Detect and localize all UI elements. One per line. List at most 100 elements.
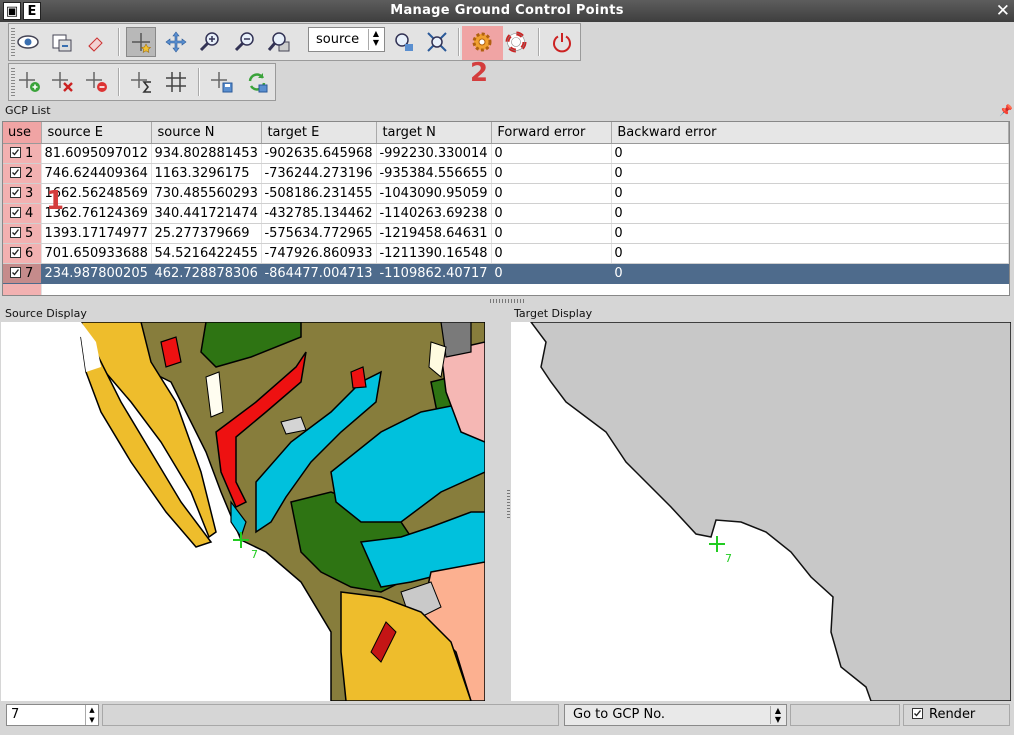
cell-forward-error[interactable]: 0 [491,203,613,224]
cell-forward-error[interactable]: 0 [491,263,613,284]
zoom-last-button[interactable] [389,27,419,57]
use-checkbox[interactable] [10,247,21,258]
cell-forward-error[interactable]: 0 [491,163,613,184]
cell-target-e[interactable]: -864477.004713 [261,263,378,284]
georeference-button[interactable] [127,67,157,97]
column-header-backward-error[interactable]: Backward error [611,122,1009,144]
cell-forward-error[interactable]: 0 [491,243,613,264]
zoom-to-layer-button[interactable] [264,27,294,57]
render-checkbox[interactable]: Render [903,704,1010,726]
cell-source-n[interactable]: 730.485560293 [151,183,263,204]
cell-source-n[interactable]: 462.728878306 [151,263,263,284]
cell-forward-error[interactable]: 0 [491,143,613,164]
target-gcp-marker[interactable] [707,534,727,558]
column-header-forward-error[interactable]: Forward error [491,122,613,144]
vertical-splitter-handle[interactable] [507,490,510,520]
cell-source-e[interactable]: 81.6095097012 [41,143,153,164]
zoom-out-button[interactable] [230,27,260,57]
use-checkbox[interactable] [10,267,21,278]
zoom-in-button[interactable] [195,27,225,57]
cell-target-n[interactable]: -1140263.69238 [376,203,493,224]
column-header-use[interactable]: use [3,122,43,144]
cell-target-n[interactable]: -1043090.95059 [376,183,493,204]
pan-button[interactable] [161,27,191,57]
use-checkbox[interactable] [10,187,21,198]
column-header-source-n[interactable]: source N [151,122,263,144]
source-gcp-marker[interactable] [231,530,251,554]
full-extent-button[interactable] [422,27,452,57]
cell-source-e[interactable]: 746.624409364 [41,163,153,184]
cell-target-n[interactable]: -1211390.16548 [376,243,493,264]
cell-target-e[interactable]: -902635.645968 [261,143,378,164]
cell-source-e[interactable]: 234.987800205 [41,263,153,284]
cell-target-e[interactable]: -508186.231455 [261,183,378,204]
use-checkbox[interactable] [10,207,21,218]
cell-target-n[interactable]: -935384.556655 [376,163,493,184]
quit-button[interactable] [547,27,577,57]
cell-backward-error[interactable]: 0 [611,163,1009,184]
cell-backward-error[interactable]: 0 [611,183,1009,204]
spin-arrows-icon[interactable]: ▲ ▼ [85,705,98,725]
use-checkbox[interactable] [10,147,21,158]
cell-backward-error[interactable]: 0 [611,263,1009,284]
cell-source-n[interactable]: 1163.3296175 [151,163,263,184]
cell-backward-error[interactable]: 0 [611,243,1009,264]
gcp-number-spinbox[interactable]: 7 ▲ ▼ [6,704,99,726]
delete-gcp-button[interactable] [48,67,78,97]
use-cell[interactable]: 7 [3,263,43,284]
cell-backward-error[interactable]: 0 [611,143,1009,164]
use-cell[interactable]: 4 [3,203,43,224]
remove-gcp-button[interactable] [82,67,112,97]
table-row[interactable]: 5 1393.17174977 25.277379669 -575634.772965… [3,223,1009,244]
cell-target-e[interactable]: -432785.134462 [261,203,378,224]
cell-source-n[interactable]: 340.441721474 [151,203,263,224]
cell-target-e[interactable]: -575634.772965 [261,223,378,244]
cell-source-e[interactable]: 701.650933688 [41,243,153,264]
pin-icon[interactable]: 📌 [999,104,1013,117]
source-map-canvas[interactable]: 7 [1,322,485,701]
cell-backward-error[interactable]: 0 [611,223,1009,244]
table-row[interactable]: 1 81.6095097012 934.802881453 -902635.64596… [3,143,1009,164]
cell-source-n[interactable]: 934.802881453 [151,143,263,164]
use-cell[interactable]: 6 [3,243,43,264]
target-map-canvas[interactable]: 7 [511,322,1011,701]
horizontal-splitter-handle[interactable] [490,299,526,303]
close-button[interactable]: ✕ [996,1,1010,21]
save-gcp-button[interactable] [207,67,237,97]
cell-forward-error[interactable]: 0 [491,223,613,244]
table-row[interactable]: 6 701.650933688 54.5216422455 -747926.86093… [3,243,1009,264]
column-header-target-n[interactable]: target N [376,122,493,144]
column-header-source-e[interactable]: source E [41,122,153,144]
link-views-button[interactable] [13,27,43,57]
link-source-select[interactable]: source ▲ ▼ [308,27,385,52]
goto-gcp-select[interactable]: Go to GCP No. ▲ ▼ [564,704,787,726]
cell-source-e[interactable]: 1393.17174977 [41,223,153,244]
use-checkbox[interactable] [10,227,21,238]
use-cell[interactable]: 5 [3,223,43,244]
add-gcp-button[interactable] [15,67,45,97]
help-button[interactable] [501,27,531,57]
cell-source-n[interactable]: 25.277379669 [151,223,263,244]
table-row[interactable]: 2 746.624409364 1163.3296175 -736244.273196… [3,163,1009,184]
open-raster-button[interactable] [47,27,77,57]
cell-target-e[interactable]: -747926.860933 [261,243,378,264]
use-cell[interactable]: 2 [3,163,43,184]
settings-button[interactable] [467,27,497,57]
cell-target-n[interactable]: -1109862.40717 [376,263,493,284]
column-header-target-e[interactable]: target E [261,122,378,144]
add-point-button[interactable] [126,27,156,57]
use-cell[interactable]: 3 [3,183,43,204]
use-cell[interactable]: 1 [3,143,43,164]
cell-target-e[interactable]: -736244.273196 [261,163,378,184]
grid-button[interactable] [161,67,191,97]
cell-backward-error[interactable]: 0 [611,203,1009,224]
cell-target-n[interactable]: -1219458.64631 [376,223,493,244]
table-row[interactable]: 4 1362.76124369 340.441721474 -432785.13446… [3,203,1009,224]
cell-forward-error[interactable]: 0 [491,183,613,204]
eraser-button[interactable] [81,27,111,57]
refresh-button[interactable] [242,67,272,97]
cell-source-n[interactable]: 54.5216422455 [151,243,263,264]
cell-target-n[interactable]: -992230.330014 [376,143,493,164]
use-checkbox[interactable] [10,167,21,178]
table-row[interactable]: 7 234.987800205 462.728878306 -864477.00471… [3,263,1009,284]
